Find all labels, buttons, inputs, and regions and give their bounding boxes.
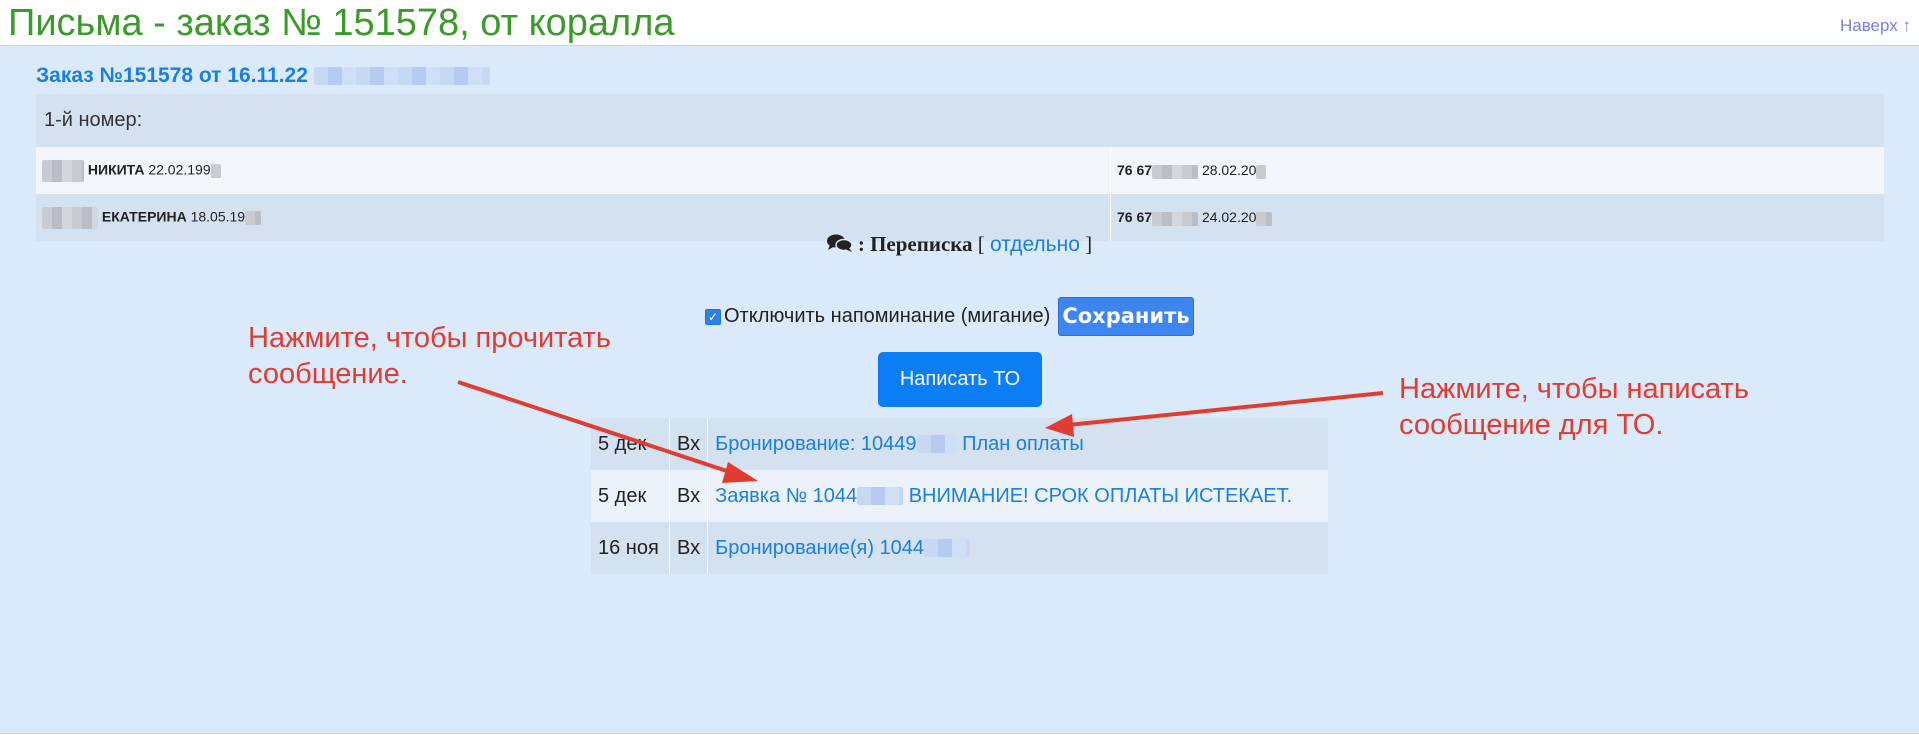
message-subject-start: Бронирование(я) 1044 (715, 536, 925, 559)
message-direction: Вх (669, 470, 709, 522)
annotation-read-message: Нажмите, чтобы прочитать сообщение. (248, 322, 611, 390)
message-row[interactable]: 5 дек Вх Бронирование: 10449 План оплаты (591, 418, 1328, 470)
room-label: 1-й номер: (36, 94, 1884, 147)
message-subject-link[interactable]: Заявка № 1044 ВНИМАНИЕ! СРОК ОПЛАТЫ ИСТЕ… (707, 470, 1328, 522)
redacted-text (924, 539, 971, 558)
chat-icon (826, 234, 858, 256)
save-button[interactable]: Сохранить (1058, 297, 1194, 336)
separate-link[interactable]: отдельно (990, 233, 1080, 256)
guest-dob: 18.05.19 (190, 208, 246, 225)
correspondence-title: : Переписка (857, 232, 973, 256)
message-subject-end: План оплаты (962, 432, 1084, 455)
message-subject-start: Бронирование: 10449 (715, 432, 917, 455)
messages-table: 5 дек Вх Бронирование: 10449 План оплаты… (591, 418, 1328, 574)
redacted-text (210, 163, 221, 178)
guest-name: ЕКАТЕРИНА (101, 208, 187, 225)
message-date: 5 дек (591, 418, 670, 470)
order-title-text: Заказ №151578 от 16.11.22 (36, 64, 308, 87)
message-subject-start: Заявка № 1044 (715, 484, 858, 507)
guest-dob: 22.02.199 (148, 161, 211, 178)
message-subject-link[interactable]: Бронирование(я) 1044 (707, 522, 1328, 574)
message-direction: Вх (669, 418, 709, 470)
redacted-text (42, 159, 84, 182)
room-table: 1-й номер: НИКИТА 22.02.199 76 67 28.02.… (36, 94, 1884, 241)
redacted-text (1256, 211, 1273, 226)
disable-reminder-checkbox[interactable]: ✓ (705, 308, 721, 325)
passport-issued: 24.02.20 (1201, 209, 1257, 226)
redacted-text (1152, 211, 1199, 226)
passport-number: 76 67 (1117, 162, 1153, 179)
room-header-row: 1-й номер: (36, 94, 1884, 147)
bracket-open: [ (977, 232, 985, 256)
annotation-write-message: Нажмите, чтобы написать сообщение для ТО… (1399, 373, 1749, 441)
message-subject-end: ВНИМАНИЕ! СРОК ОПЛАТЫ ИСТЕКАЕТ. (908, 484, 1293, 507)
redacted-text (245, 210, 262, 225)
back-to-top-link[interactable]: Наверх ↑ (1840, 16, 1911, 36)
reminder-row: ✓ Отключить напоминание (мигание) Сохран… (705, 297, 1194, 336)
guest-cell: НИКИТА 22.02.199 (36, 147, 1111, 194)
guest-name: НИКИТА (87, 161, 145, 178)
order-title: Заказ №151578 от 16.11.22 (36, 64, 490, 88)
passport-number: 76 67 (1117, 209, 1153, 226)
write-to-operator-button[interactable]: Написать ТО (878, 352, 1042, 407)
message-subject-link[interactable]: Бронирование: 10449 План оплаты (707, 418, 1328, 470)
redacted-text (916, 435, 957, 454)
passport-cell: 76 67 28.02.20 (1110, 147, 1884, 194)
redacted-text (313, 67, 490, 86)
redacted-text (1152, 164, 1199, 179)
message-row[interactable]: 5 дек Вх Заявка № 1044 ВНИМАНИЕ! СРОК ОП… (591, 470, 1328, 522)
disable-reminder-label: Отключить напоминание (мигание) (724, 305, 1051, 327)
redacted-text (1256, 164, 1267, 179)
message-row[interactable]: 16 ноя Вх Бронирование(я) 1044 (591, 522, 1328, 574)
top-bar: Письма - заказ № 151578, от коралла Наве… (0, 0, 1919, 46)
message-date: 5 дек (591, 470, 670, 522)
page-title: Письма - заказ № 151578, от коралла (8, 2, 675, 44)
redacted-text (857, 487, 904, 506)
bracket-close: ] (1085, 232, 1093, 256)
redacted-text (42, 206, 98, 229)
passport-issued: 28.02.20 (1201, 162, 1257, 179)
guest-row: НИКИТА 22.02.199 76 67 28.02.20 (36, 147, 1884, 194)
message-date: 16 ноя (591, 522, 670, 574)
message-direction: Вх (669, 522, 709, 574)
correspondence-header: : Переписка [ отдельно ] (0, 232, 1919, 257)
